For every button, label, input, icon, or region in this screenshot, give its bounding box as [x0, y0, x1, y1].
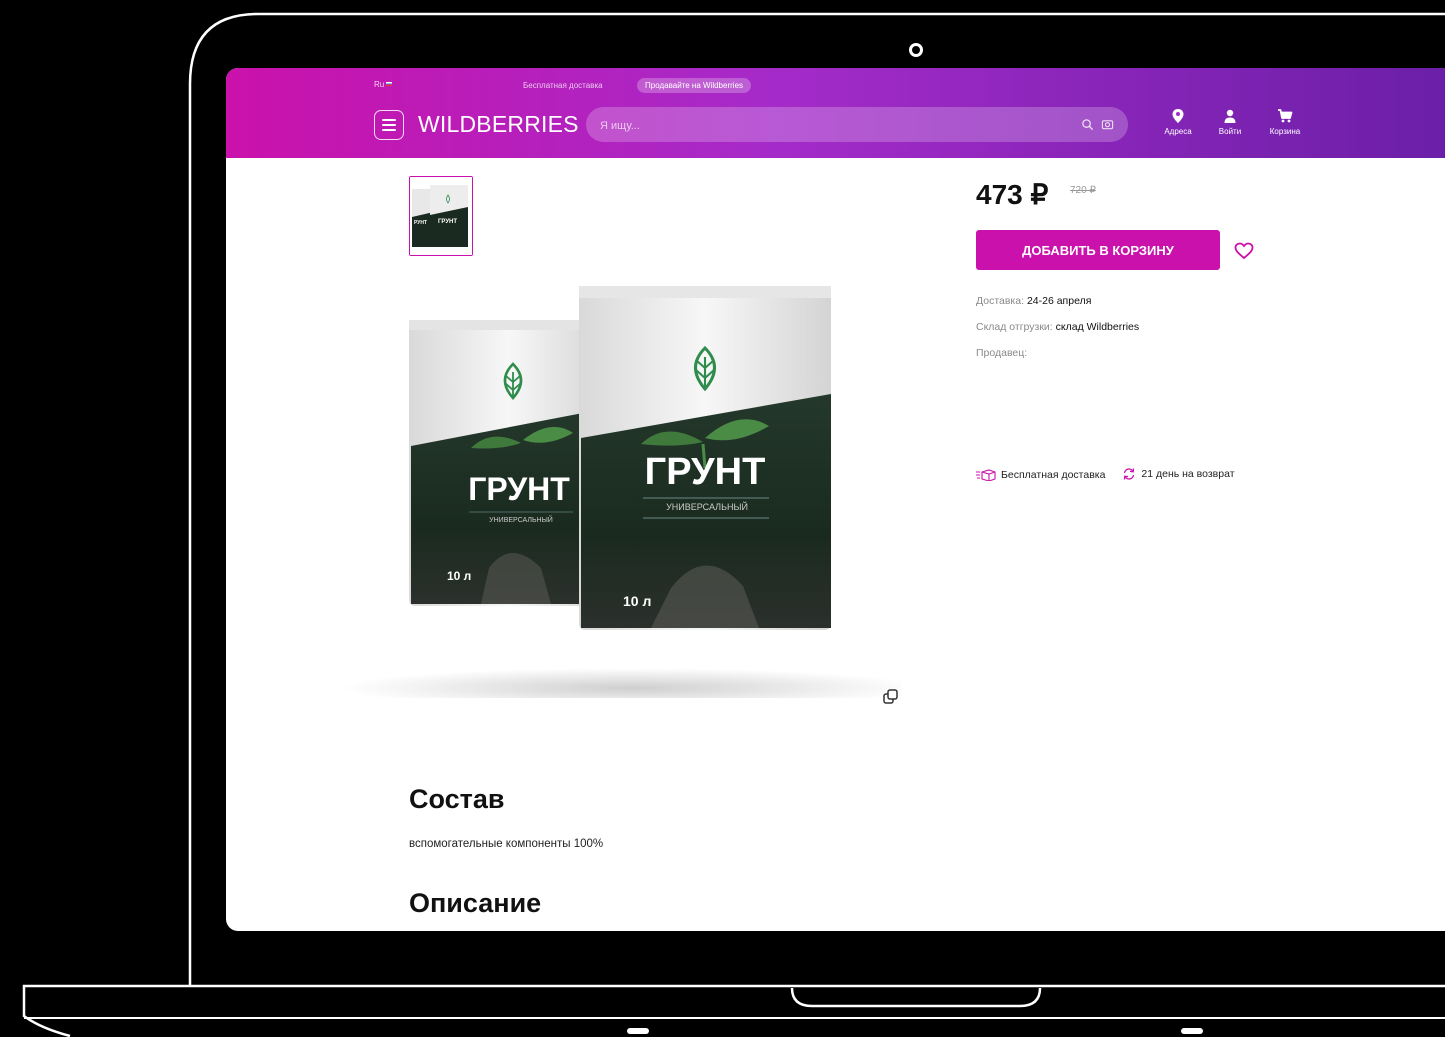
delivery-value: 24-26 апреля: [1026, 295, 1092, 307]
add-to-cart-button[interactable]: ДОБАВИТЬ В КОРЗИНУ: [976, 230, 1220, 270]
back-pouch-title: ГРУНТ: [468, 471, 570, 507]
sell-on-wildberries-button[interactable]: Продавайте на Wildberries: [637, 78, 752, 93]
warehouse-label: Склад отгрузки:: [976, 321, 1053, 333]
product-old-price: 720 ₽: [1070, 185, 1096, 196]
warehouse-value: склад Wildberries: [1055, 321, 1140, 333]
nav-cart-label: Корзина: [1269, 127, 1301, 136]
return-badge: 21 день на возврат: [1122, 467, 1235, 481]
camera-search-icon[interactable]: [1101, 118, 1114, 131]
product-price: 473 ₽: [976, 179, 1049, 210]
fullscreen-icon[interactable]: [882, 688, 900, 706]
front-pouch-volume: 10 л: [623, 593, 651, 609]
site-logo[interactable]: WILDBERRIES: [418, 111, 579, 138]
delivery-label: Доставка:: [976, 295, 1025, 307]
location-pin-icon: [1172, 109, 1184, 123]
product-thumbnail[interactable]: РУНТ ГРУНТ: [409, 176, 473, 256]
user-icon: [1224, 109, 1236, 123]
warehouse-info: Склад отгрузки: склад Wildberries: [976, 321, 1139, 333]
menu-button[interactable]: [374, 110, 404, 140]
search-input[interactable]: [598, 107, 1062, 144]
free-delivery-badge: Бесплатная доставка: [976, 469, 1105, 481]
search-icon[interactable]: [1081, 118, 1094, 131]
search-bar: [586, 107, 1128, 144]
composition-heading: Состав: [409, 784, 505, 814]
delivery-info: Доставка: 24-26 апреля: [976, 295, 1091, 307]
site-header: Ru Бесплатная доставка Продавайте на Wil…: [226, 68, 1445, 158]
free-delivery-badge-text: Бесплатная доставка: [1001, 469, 1106, 481]
back-pouch-volume: 10 л: [447, 569, 471, 583]
front-pouch-title: ГРУНТ: [645, 451, 766, 493]
nav-addresses-label: Адреса: [1164, 127, 1192, 136]
svg-text:РУНТ: РУНТ: [414, 220, 427, 226]
language-switch[interactable]: Ru: [374, 80, 393, 89]
service-badges: Бесплатная доставка 21 день на возврат: [976, 467, 1249, 484]
description-heading: Описание: [409, 888, 542, 918]
nav-addresses[interactable]: Адреса: [1156, 108, 1200, 136]
svg-text:ГРУНТ: ГРУНТ: [438, 219, 457, 225]
browser-screen: Ru Бесплатная доставка Продавайте на Wil…: [226, 68, 1445, 931]
top-free-delivery-link[interactable]: Бесплатная доставка: [523, 81, 603, 90]
return-badge-text: 21 день на возврат: [1141, 468, 1235, 480]
front-pouch-subtitle: УНИВЕРСАЛЬНЫЙ: [666, 501, 748, 512]
nav-cart[interactable]: Корзина: [1263, 108, 1307, 136]
seller-label: Продавец:: [976, 347, 1028, 359]
box-delivery-icon: [976, 469, 996, 481]
back-pouch-subtitle: УНИВЕРСАЛЬНЫЙ: [489, 515, 553, 524]
flag-icon: [386, 82, 393, 86]
return-arrows-icon: [1124, 468, 1135, 480]
seller-info: Продавец:: [976, 347, 1027, 359]
cart-icon: [1278, 109, 1293, 123]
nav-login-label: Войти: [1218, 127, 1242, 136]
nav-login[interactable]: Войти: [1208, 108, 1252, 136]
composition-text: вспомогательные компоненты 100%: [409, 838, 604, 850]
heart-icon[interactable]: [1234, 242, 1254, 260]
product-main-image[interactable]: ГРУНТ УНИВЕРСАЛЬНЫЙ 10 л ГРУНТ УНИВЕРСАЛ…: [341, 268, 901, 698]
